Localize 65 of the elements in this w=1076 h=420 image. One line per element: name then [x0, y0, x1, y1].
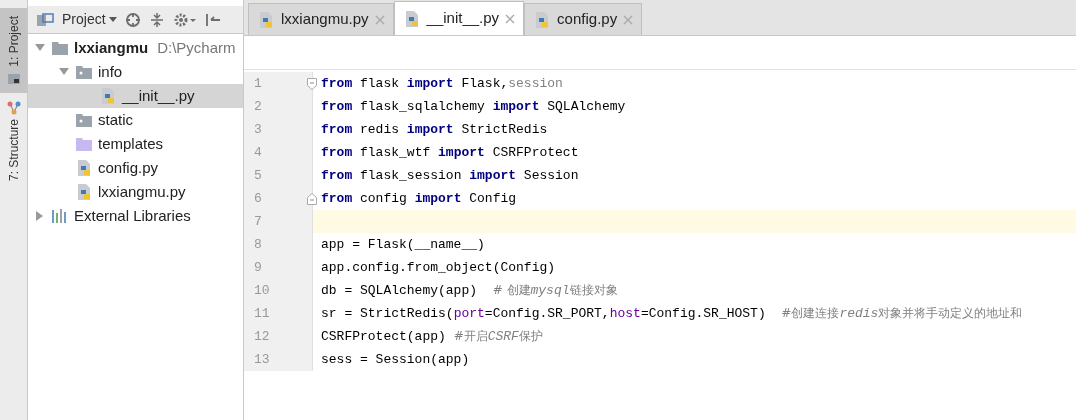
- tree-item[interactable]: static: [28, 108, 243, 132]
- code-line: sr = StrictRedis(port=Config.SR_PORT,host=Config.SR_HOST) #创建连接redis对象并将手动定义的地址和: [321, 304, 1023, 323]
- line-number: 5: [254, 166, 262, 185]
- project-view-dropdown[interactable]: Project: [62, 9, 117, 30]
- folder-icon: [51, 40, 69, 56]
- close-icon[interactable]: [623, 14, 634, 25]
- locate-icon[interactable]: [124, 11, 141, 28]
- code-line: db = SQLAlchemy(app) # 创建mysql链接对象: [321, 281, 618, 300]
- python-file-icon: [75, 184, 93, 200]
- line-number: 4: [254, 143, 262, 162]
- line-number: 2: [254, 97, 262, 116]
- caret-icon: [108, 16, 117, 23]
- code-line: CSRFProtect(app) #开启CSRF保护: [321, 327, 543, 346]
- collapse-arrow-icon[interactable]: [35, 211, 45, 221]
- line-number: 3: [254, 120, 262, 139]
- libraries-icon: [51, 208, 69, 224]
- editor-tab[interactable]: __init__.py: [393, 1, 525, 35]
- editor-tab[interactable]: config.py: [524, 3, 643, 35]
- package-icon: [75, 112, 93, 128]
- expand-arrow-icon[interactable]: [35, 43, 45, 53]
- folder-icon: [75, 136, 93, 152]
- line-number: 11: [254, 304, 270, 323]
- close-icon[interactable]: [505, 13, 516, 24]
- python-file-icon: [99, 88, 117, 104]
- project-name: lxxiangmu: [74, 37, 149, 58]
- tree-item[interactable]: templates: [28, 132, 243, 156]
- python-file-icon: [75, 160, 93, 176]
- tree-item[interactable]: lxxiangmu D:\Pycharm: [28, 36, 243, 60]
- package-icon: [75, 64, 93, 80]
- project-path: D:\Pycharm: [157, 37, 236, 58]
- code-line: from flask_wtf import CSRFProtect: [321, 143, 579, 162]
- code-line: from redis import StrictRedis: [321, 120, 548, 139]
- fold-marker-icon[interactable]: [307, 192, 317, 205]
- code-line: sess = Session(app): [321, 350, 470, 369]
- line-number: 6: [254, 189, 262, 208]
- expand-arrow-icon[interactable]: [59, 67, 69, 77]
- code-line: from flask_session import Session: [321, 166, 579, 185]
- tree-item[interactable]: External Libraries: [28, 204, 243, 228]
- code-line: app = Flask(__name__): [321, 235, 485, 254]
- code-line: app.config.from_object(Config): [321, 258, 556, 277]
- tool-window-tab[interactable]: 1: Project: [0, 8, 27, 93]
- close-icon[interactable]: [374, 14, 385, 25]
- code-line: from flask import Flask,session: [321, 74, 563, 93]
- structure-icon: [6, 100, 21, 115]
- python-file-icon: [257, 11, 275, 28]
- tree-item[interactable]: info: [28, 60, 243, 84]
- line-number: 10: [254, 281, 270, 300]
- line-number: 7: [254, 212, 262, 231]
- tool-window-tab[interactable]: 7: Structure: [0, 92, 27, 189]
- line-number: 9: [254, 258, 262, 277]
- line-number: 12: [254, 327, 270, 346]
- tree-item[interactable]: lxxiangmu.py: [28, 180, 243, 204]
- tree-item[interactable]: config.py: [28, 156, 243, 180]
- code-line: from flask_sqlalchemy import SQLAlchemy: [321, 97, 626, 116]
- settings-icon[interactable]: [172, 11, 197, 28]
- project-view-icon: [36, 12, 54, 27]
- line-number: 8: [254, 235, 262, 254]
- line-number: 1: [254, 74, 262, 93]
- line-number: 13: [254, 350, 270, 369]
- code-line: from config import Config: [321, 189, 517, 208]
- hide-panel-icon[interactable]: [204, 11, 221, 28]
- editor-tab[interactable]: lxxiangmu.py: [248, 3, 394, 35]
- collapse-icon[interactable]: [148, 11, 165, 28]
- fold-marker-icon[interactable]: [307, 77, 317, 90]
- tree-item[interactable]: __init__.py: [28, 84, 243, 108]
